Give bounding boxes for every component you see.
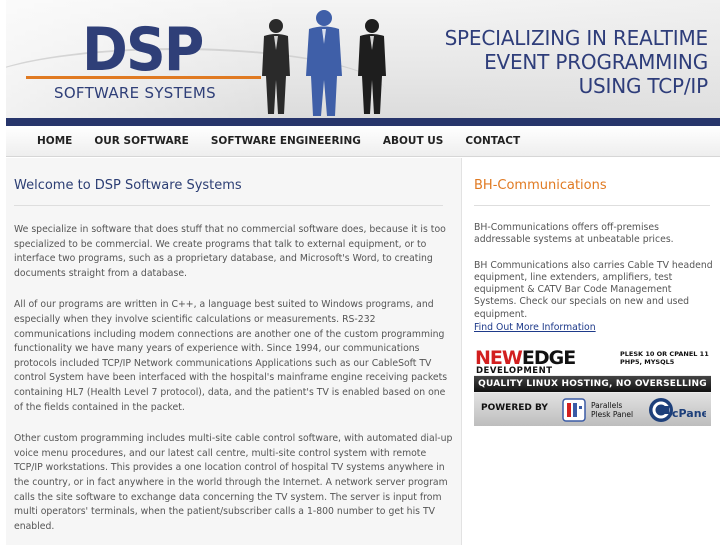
cpanel-logo-icon: cPanel [649, 398, 706, 422]
nav-about-us[interactable]: ABOUT US [372, 126, 455, 157]
ad-parallels-line-1: Parallels [591, 401, 623, 410]
ad-plesk-line-2: PHP5, MYSQL5 [620, 358, 675, 366]
intro-paragraph: We specialize in software that does stuf… [14, 224, 446, 279]
sidebar-paragraph-2: BH Communications also carries Cable TV … [474, 259, 713, 320]
newedge-hosting-ad[interactable]: NEWEDGE DEVELOPMENT PLESK 10 OR CPANEL 1… [474, 347, 711, 426]
cpanel-text: cPanel [672, 407, 706, 420]
sidebar-paragraph-1: BH-Communications offers off-premises ad… [474, 222, 674, 246]
ad-plesk-info: PLESK 10 OR CPANEL 11 PHP5, MYSQL5 [620, 350, 709, 366]
nav-contact[interactable]: CONTACT [454, 126, 531, 157]
main-nav: HOME OUR SOFTWARE SOFTWARE ENGINEERING A… [6, 126, 720, 157]
sidebar-title: BH-Communications [474, 178, 710, 206]
find-out-more-link[interactable]: Find Out More Information [474, 321, 716, 334]
main-content: Welcome to DSP Software Systems We speci… [6, 158, 462, 545]
ad-powered-by: POWERED BY [481, 403, 548, 413]
business-people-image [262, 10, 386, 116]
logo-subtitle: SOFTWARE SYSTEMS [54, 84, 216, 102]
custom-programming-paragraph: Other custom programming includes multi-… [14, 433, 453, 532]
parallels-icon [562, 398, 586, 422]
ad-parallels-text: Parallels Plesk Panel [591, 401, 633, 419]
logo-text[interactable]: DSP [82, 18, 204, 82]
ad-band: QUALITY LINUX HOSTING, NO OVERSELLING [474, 376, 711, 392]
ad-parallels-line-2: Plesk Panel [591, 410, 634, 419]
header-stripe [6, 118, 720, 126]
nav-our-software[interactable]: OUR SOFTWARE [83, 126, 200, 157]
ad-plesk-line-1: PLESK 10 OR CPANEL 11 [620, 350, 709, 358]
tagline-line-2: EVENT PROGRAMMING [484, 50, 708, 74]
tagline-line-3: USING TCP/IP [578, 74, 709, 98]
programs-paragraph: All of our programs are written in C++, … [14, 299, 448, 413]
nav-home[interactable]: HOME [26, 126, 83, 157]
tagline-line-1: SPECIALIZING IN REALTIME [444, 26, 709, 50]
ad-development: DEVELOPMENT [476, 366, 553, 376]
header-banner: DSP SOFTWARE SYSTEMS SPECIALIZING IN REA… [6, 0, 720, 118]
header-tagline: SPECIALIZING IN REALTIME EVENT PROGRAMMI… [444, 26, 709, 98]
page-title: Welcome to DSP Software Systems [14, 178, 443, 206]
nav-software-engineering[interactable]: SOFTWARE ENGINEERING [200, 126, 372, 157]
